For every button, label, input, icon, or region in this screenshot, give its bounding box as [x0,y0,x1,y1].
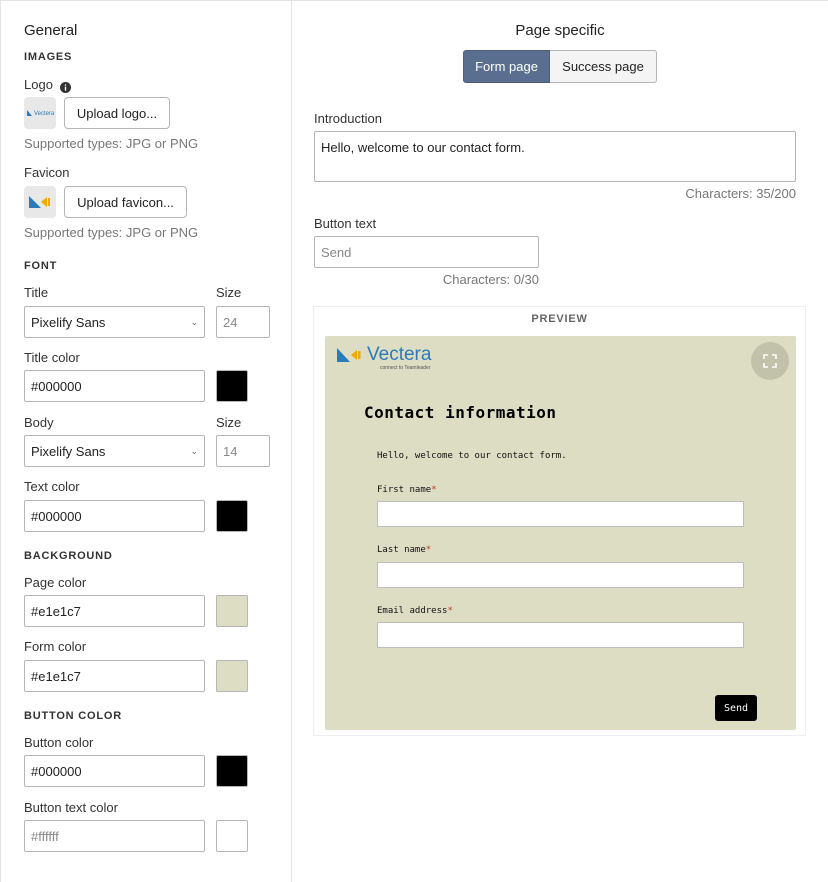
font-section-label: FONT [24,260,58,272]
brand-tagline: connect to Teamleader [380,365,431,371]
form-color-swatch[interactable] [216,660,248,692]
form-color-label: Form color [24,639,87,654]
email-label-text: Email address [377,606,448,616]
chevron-down-icon: ⌄ [190,445,198,456]
introduction-textarea[interactable]: Hello, welcome to our contact form. [314,131,796,182]
title-color-label: Title color [24,350,80,365]
button-text-color-input[interactable]: #ffffff [24,820,205,852]
background-section-label: BACKGROUND [24,550,113,562]
first-name-label: First name* [377,485,437,495]
text-color-swatch[interactable] [216,500,248,532]
page-specific-title: Page specific [515,22,605,39]
last-name-label-text: Last name [377,545,426,555]
body-font-value: Pixelify Sans [31,443,106,459]
expand-icon [763,354,777,368]
send-button[interactable]: Send [715,695,757,721]
preview-label: PREVIEW [531,313,588,325]
introduction-label: Introduction [314,111,382,126]
brand-logo: Vectera connect to Teamleader [336,344,446,374]
form-title: Contact information [364,403,557,422]
expand-preview-button[interactable] [751,342,789,380]
preview-form-area [325,336,796,730]
page-color-input[interactable]: #e1e1c7 [24,595,205,627]
chevron-down-icon: ⌄ [190,316,198,327]
tab-success-page[interactable]: Success page [550,50,657,83]
text-color-label: Text color [24,479,80,494]
button-color-input[interactable]: #000000 [24,755,205,787]
general-title: General [24,22,78,39]
images-section-label: IMAGES [24,51,73,63]
button-text-input[interactable]: Send [314,236,539,268]
title-size-input[interactable]: 24 [216,306,270,338]
logo-label: Logo [24,77,53,92]
introduction-counter: Characters: 35/200 [685,186,796,201]
button-color-section-label: BUTTON COLOR [24,710,123,722]
button-text-label: Button text [314,216,377,231]
divider [292,0,828,1]
title-font-select[interactable]: Pixelify Sans ⌄ [24,306,205,338]
vectera-logo-icon [337,348,361,362]
button-text-color-swatch[interactable] [216,820,248,852]
page-color-label: Page color [24,575,87,590]
body-size-label: Size [216,415,242,430]
first-name-label-text: First name [377,485,432,495]
favicon-label: Favicon [24,165,70,180]
upload-logo-button[interactable]: Upload logo... [64,97,170,129]
first-name-input[interactable] [377,501,744,527]
title-font-label: Title [24,285,49,300]
body-font-select[interactable]: Pixelify Sans ⌄ [24,435,205,467]
body-size-input[interactable]: 14 [216,435,270,467]
favicon-icon [29,196,50,208]
upload-favicon-button[interactable]: Upload favicon... [64,186,187,218]
form-intro: Hello, welcome to our contact form. [377,451,567,461]
button-text-counter: Characters: 0/30 [442,272,539,287]
text-color-input[interactable]: #000000 [24,500,205,532]
title-color-swatch[interactable] [216,370,248,402]
vectera-logo-icon: Vectera [27,110,54,117]
favicon-thumbnail [24,186,56,218]
title-font-value: Pixelify Sans [31,314,106,330]
title-size-label: Size [216,285,242,300]
required-mark: * [431,485,437,495]
tab-form-page[interactable]: Form page [463,50,550,83]
title-color-input[interactable]: #000000 [24,370,205,402]
brand-name: Vectera [367,344,432,365]
body-font-label: Body [24,415,54,430]
favicon-hint: Supported types: JPG or PNG [24,225,199,240]
required-mark: * [447,606,453,616]
form-color-input[interactable]: #e1e1c7 [24,660,205,692]
email-label: Email address* [377,606,453,616]
svg-text:Vectera: Vectera [34,111,54,117]
page-color-swatch[interactable] [216,595,248,627]
logo-thumbnail: Vectera [24,97,56,129]
button-text-color-label: Button text color [24,800,118,815]
required-mark: * [425,545,432,555]
logo-hint: Supported types: JPG or PNG [24,136,199,151]
info-icon[interactable] [60,80,71,93]
button-color-swatch[interactable] [216,755,248,787]
last-name-input[interactable] [377,562,744,588]
button-color-label: Button color [24,735,94,750]
last-name-label: Last name* [377,545,431,555]
email-input[interactable] [377,622,744,648]
